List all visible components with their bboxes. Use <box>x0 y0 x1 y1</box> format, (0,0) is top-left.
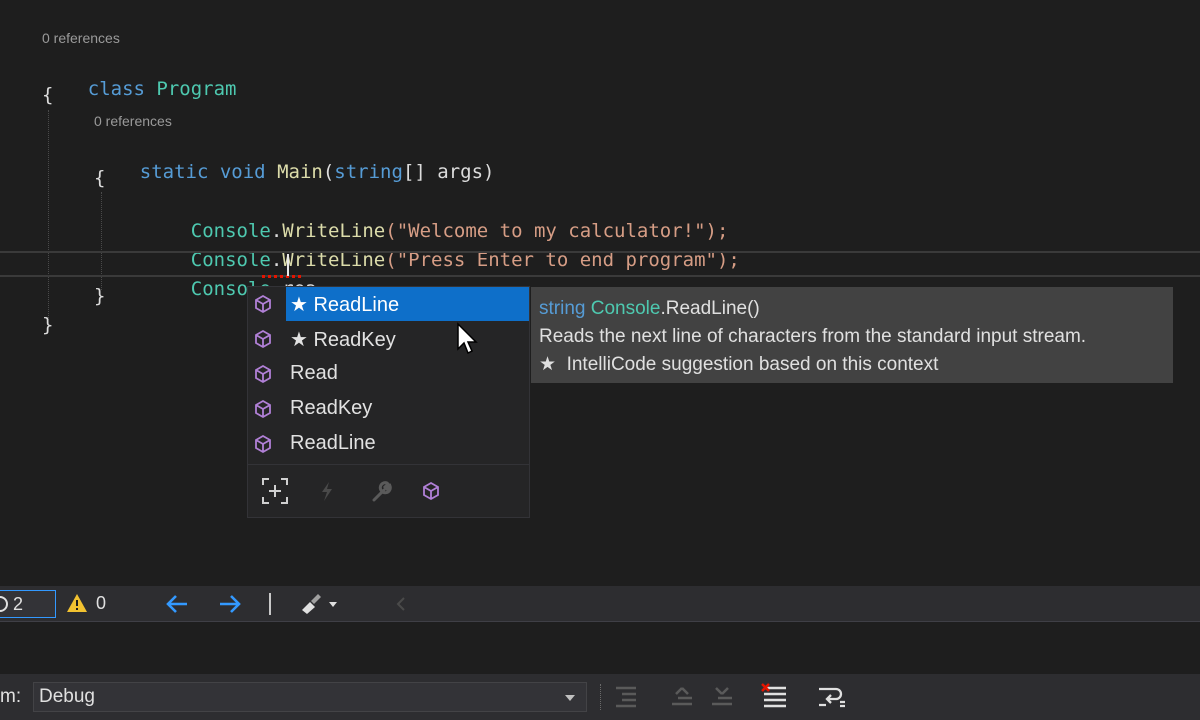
warning-icon <box>67 594 87 612</box>
method-cube-icon <box>253 329 273 349</box>
sig-method: .ReadLine() <box>660 298 760 319</box>
keyword-static: static <box>139 161 209 183</box>
tooltip-description: Reads the next line of characters from t… <box>539 326 1087 347</box>
code-line-open-brace: { <box>94 167 106 189</box>
intellisense-completion-list[interactable]: ★ ReadLine ★ ReadKey Read ReadKey ReadLi… <box>247 286 530 518</box>
codelens-references[interactable]: 0 references <box>42 30 120 46</box>
expand-scope-icon[interactable] <box>258 474 292 508</box>
code-line-close-brace: } <box>42 314 54 336</box>
text-caret <box>287 254 289 276</box>
keyword-class: class <box>87 78 145 100</box>
code-line-open-brace: { <box>42 84 54 106</box>
clear-all-icon[interactable] <box>760 682 790 710</box>
codelens-references[interactable]: 0 references <box>94 113 172 129</box>
completion-label: ★ ReadLine <box>290 294 400 316</box>
params: [] args) <box>402 161 495 183</box>
method-cube-icon <box>253 294 273 314</box>
warning-count-button[interactable]: 0 <box>66 590 116 618</box>
error-icon <box>0 596 8 612</box>
completion-item[interactable]: ReadKey <box>248 392 529 426</box>
event-filter-icon[interactable] <box>310 474 344 508</box>
paren: ( <box>322 161 335 183</box>
brush-icon[interactable] <box>298 592 342 616</box>
error-count-button[interactable]: 2 <box>0 590 56 618</box>
panel-spacer <box>0 622 1200 674</box>
word-wrap-icon[interactable] <box>816 684 848 710</box>
move-down-icon[interactable] <box>708 684 736 710</box>
error-squiggle <box>262 275 304 278</box>
chevron-down-icon <box>565 695 575 701</box>
method-cube-icon <box>253 364 273 384</box>
arrow-left-icon[interactable] <box>165 593 189 615</box>
completion-filter-bar <box>248 464 529 518</box>
status-separator <box>269 593 271 615</box>
completion-item[interactable]: Read <box>248 357 529 391</box>
move-up-icon[interactable] <box>668 684 696 710</box>
indent-guide <box>48 110 49 320</box>
error-count: 2 <box>13 594 24 614</box>
bottom-toolbar: m: Debug <box>0 674 1200 720</box>
configuration-label: m: <box>0 686 22 707</box>
class-name: Program <box>156 78 237 100</box>
scroll-left-icon[interactable] <box>396 596 406 612</box>
sig-class: Console <box>590 298 661 319</box>
completion-label: Read <box>290 362 338 384</box>
configuration-value: Debug <box>39 686 95 707</box>
method-cube-icon <box>253 434 273 454</box>
completion-item[interactable]: ★ ReadLine <box>248 287 529 321</box>
warning-count: 0 <box>96 593 107 613</box>
completion-item[interactable]: ReadLine <box>248 427 529 461</box>
code-line-close-brace: } <box>94 285 106 307</box>
completion-item[interactable]: ★ ReadKey <box>248 322 529 356</box>
toolbar-separator <box>600 684 601 710</box>
completion-label: ★ ReadKey <box>290 329 396 351</box>
completion-label: ReadKey <box>290 397 373 419</box>
configuration-dropdown[interactable]: Debug <box>33 682 587 712</box>
keyword-void: void <box>219 161 266 183</box>
method-cube-icon <box>253 399 273 419</box>
quick-info-tooltip: string Console.ReadLine() Reads the next… <box>531 287 1173 383</box>
indent-icon[interactable] <box>612 684 640 710</box>
completion-label: ReadLine <box>290 432 376 454</box>
tooltip-intellicode: ★ IntelliCode suggestion based on this c… <box>539 354 939 375</box>
keyword-string: string <box>334 161 403 183</box>
sig-type: string <box>539 298 586 319</box>
arrow-right-icon[interactable] <box>218 593 242 615</box>
property-filter-icon[interactable] <box>365 474 399 508</box>
method-name: Main <box>277 161 323 183</box>
method-filter-icon[interactable] <box>414 474 448 508</box>
editor-status-bar: 2 0 <box>0 586 1200 622</box>
tooltip-signature: string Console.ReadLine() <box>539 295 1165 323</box>
mouse-pointer-icon <box>457 322 478 355</box>
